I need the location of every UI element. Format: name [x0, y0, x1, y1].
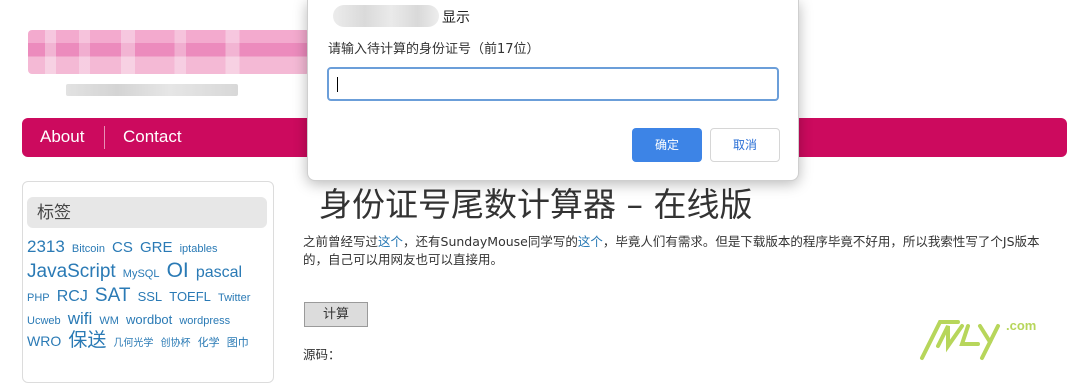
tag-link[interactable]: 保送: [68, 330, 106, 351]
nav-about-link[interactable]: About: [40, 118, 84, 157]
tag-link[interactable]: SAT: [95, 285, 131, 306]
intro-text-1: 之前曾经写过: [303, 234, 379, 249]
tag-link[interactable]: iptables: [180, 243, 218, 255]
tag-cloud: 2313 Bitcoin CS GRE iptables JavaScript …: [27, 236, 269, 353]
page-title: 身份证号尾数计算器 – 在线版: [319, 185, 753, 224]
tag-link[interactable]: pascal: [196, 264, 242, 281]
tag-link[interactable]: PHP: [27, 292, 50, 304]
tag-link[interactable]: 创协杯: [161, 338, 191, 349]
ok-button[interactable]: 确定: [632, 128, 702, 162]
watermark-glyphs-icon: [920, 320, 1000, 360]
prompt-dialog: 显示 请输入待计算的身份证号（前17位） 确定 取消: [307, 0, 799, 181]
tag-link[interactable]: OI: [167, 259, 189, 282]
tag-link[interactable]: GRE: [140, 239, 173, 256]
tag-link[interactable]: 几何光学: [113, 338, 153, 349]
intro-link-1[interactable]: 这个: [378, 234, 403, 249]
tag-link[interactable]: wordpress: [179, 315, 230, 327]
text-caret: [337, 77, 338, 92]
tag-link[interactable]: Ucweb: [27, 315, 61, 327]
intro-link-2[interactable]: 这个: [578, 234, 603, 249]
tag-link[interactable]: SSL: [138, 289, 163, 304]
calculate-button[interactable]: 计算: [304, 302, 368, 327]
tag-link[interactable]: WM: [99, 315, 119, 327]
tag-link[interactable]: 化学: [198, 337, 220, 349]
watermark-logo: .com: [918, 316, 1048, 364]
cancel-button[interactable]: 取消: [710, 128, 780, 162]
tag-link[interactable]: RCJ: [57, 288, 88, 305]
tag-link[interactable]: WRO: [27, 333, 61, 349]
tag-link[interactable]: CS: [112, 239, 133, 256]
watermark-suffix: .com: [1006, 318, 1037, 333]
tag-link[interactable]: MySQL: [123, 268, 160, 280]
tag-link[interactable]: 图巾: [227, 337, 249, 349]
tag-link[interactable]: 2313: [27, 237, 65, 256]
tag-link[interactable]: JavaScript: [27, 261, 116, 282]
id-number-input[interactable]: [327, 67, 779, 101]
tags-widget: 标签 2313 Bitcoin CS GRE iptables JavaScri…: [22, 181, 274, 383]
nav-contact-link[interactable]: Contact: [123, 118, 182, 157]
tag-link[interactable]: TOEFL: [169, 289, 211, 304]
intro-paragraph: 之前曾经写过这个，还有SundayMouse同学写的这个，毕竟人们有需求。但是下…: [303, 233, 1063, 269]
dialog-message: 请输入待计算的身份证号（前17位）: [328, 42, 540, 57]
tag-link[interactable]: Bitcoin: [72, 243, 105, 255]
site-tagline-blurred: [66, 84, 238, 96]
dialog-shows-label: 显示: [442, 10, 470, 26]
nav-divider: [104, 126, 105, 149]
tag-link[interactable]: wordbot: [126, 312, 172, 327]
tag-link[interactable]: Twitter: [218, 292, 250, 304]
tag-link[interactable]: wifi: [68, 309, 93, 328]
tags-widget-title: 标签: [27, 197, 267, 228]
intro-text-2: ，还有SundayMouse同学写的: [403, 234, 578, 249]
source-code-label: 源码：: [303, 347, 341, 362]
site-logo-blurred[interactable]: [28, 30, 310, 74]
dialog-origin-blurred: [333, 5, 439, 27]
